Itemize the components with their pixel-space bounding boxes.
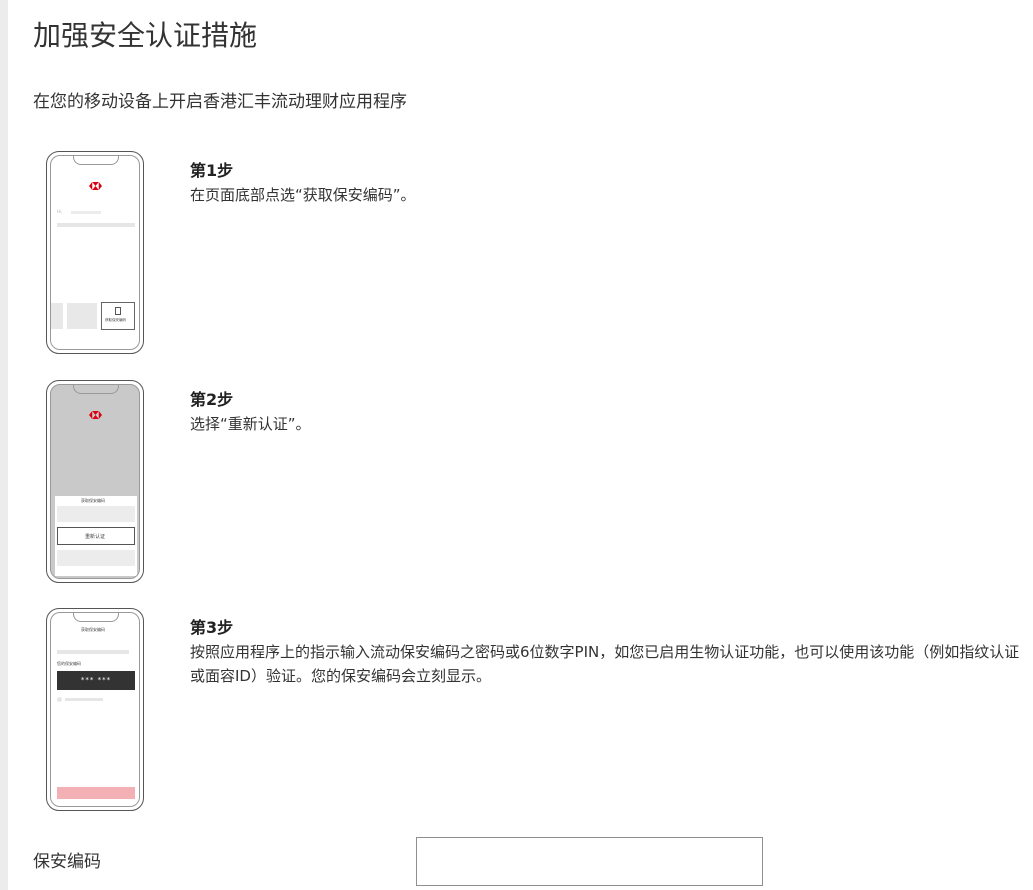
phone-illustration-step-2: 获取保安编码 重新认证	[46, 380, 144, 583]
step-1-description: 在页面底部点选“获取保安编码”。	[190, 186, 416, 204]
step-2-description: 选择“重新认证”。	[190, 415, 311, 433]
step-1-heading: 第1步	[190, 161, 234, 180]
phone-illustration-step-1: Hi, 获取保安编码	[46, 151, 144, 354]
security-code-label: 保安编码	[33, 852, 101, 872]
reauth-option: 重新认证	[57, 527, 135, 545]
page-subtitle: 在您的移动设备上开启香港汇丰流动理财应用程序	[33, 92, 407, 112]
security-code-input[interactable]	[416, 837, 763, 886]
phone-illustration-step-3: 获取保安编码 您的保安编码 *** ***	[46, 608, 144, 811]
page: 加强安全认证措施 在您的移动设备上开启香港汇丰流动理财应用程序 Hi, 获取保安…	[0, 0, 1033, 890]
hsbc-logo-icon	[89, 182, 102, 190]
action-sheet: 获取保安编码 重新认证	[55, 496, 137, 576]
step-2-heading: 第2步	[190, 390, 234, 409]
greeting-hint: Hi,	[57, 209, 63, 214]
phone-icon	[115, 307, 121, 315]
hsbc-logo-icon	[89, 411, 102, 419]
step-3-heading: 第3步	[190, 618, 234, 637]
page-title: 加强安全认证措施	[33, 19, 258, 52]
get-code-card: 获取保安编码	[101, 302, 135, 330]
step-3-description: 按照应用程序上的指示输入流动保安编码之密码或6位数字PIN，如您已启用生物认证功…	[190, 643, 1020, 685]
primary-action-bar	[57, 787, 135, 799]
masked-code-box: *** ***	[57, 671, 135, 690]
